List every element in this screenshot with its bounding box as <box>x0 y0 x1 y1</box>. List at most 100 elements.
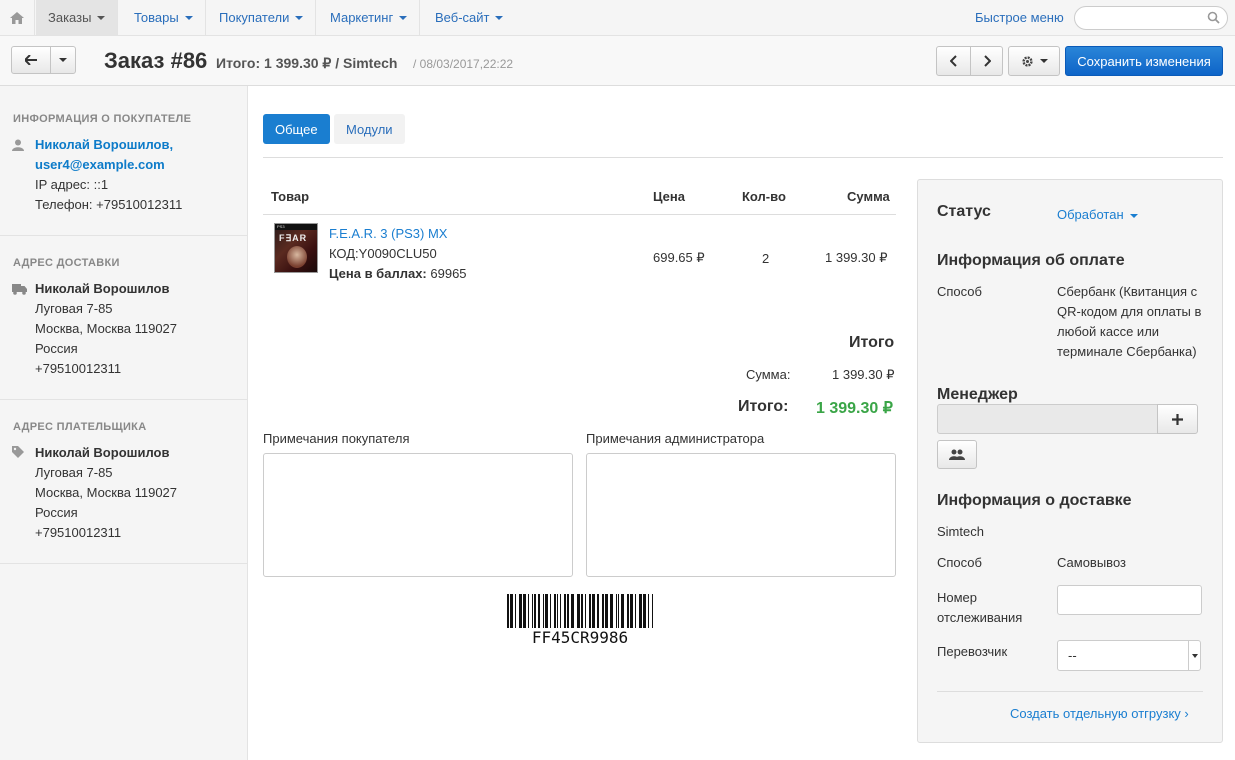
column-header-qty: Кол-во <box>742 189 786 204</box>
nav-website-label: Веб-сайт <box>435 10 490 25</box>
status-label: Статус <box>937 203 991 220</box>
panel-divider <box>937 691 1203 692</box>
admin-notes-field[interactable] <box>586 453 896 577</box>
product-code: КОД:Y0090CLU50 <box>329 246 437 261</box>
subtotal-label: Сумма: <box>746 367 791 382</box>
product-points: Цена в баллах: 69965 <box>329 266 467 281</box>
total-value: 1 399.30 ₽ <box>816 400 893 417</box>
chevron-down-icon <box>1039 59 1048 63</box>
shipping-info-title: Информация о доставке <box>937 492 1132 509</box>
home-button[interactable] <box>0 0 35 35</box>
carrier-select-arrow <box>1188 641 1200 670</box>
customer-notes-label: Примечания покупателя <box>263 431 410 446</box>
search-icon[interactable] <box>1207 11 1220 24</box>
customer-info-section: Информация о покупателе Николай Ворошило… <box>0 86 248 236</box>
shipping-company: Simtech <box>937 524 984 539</box>
tracking-number-label: Номер отслеживания <box>937 590 1023 625</box>
header-bar: Заказ #86 Итого: 1 399.30 ₽ / Simtech / … <box>0 36 1235 86</box>
chevron-down-icon <box>1129 213 1138 218</box>
create-shipment-link[interactable]: Создать отдельную отгрузку › <box>1010 706 1189 721</box>
search-box <box>1074 6 1228 30</box>
product-points-value: 69965 <box>430 266 467 281</box>
nav-marketing[interactable]: Маркетинг <box>318 0 421 35</box>
nav-marketing-label: Маркетинг <box>330 10 394 25</box>
product-name-link[interactable]: F.E.A.R. 3 (PS3) MX <box>329 226 447 241</box>
tracking-number-input[interactable] <box>1057 585 1202 615</box>
shipping-name: Николай Ворошилов <box>35 281 170 296</box>
admin-notes-label: Примечания администратора <box>586 431 765 446</box>
save-changes-button[interactable]: Сохранить изменения <box>1065 46 1223 76</box>
chevron-down-icon <box>1191 653 1198 658</box>
carrier-select[interactable]: -- <box>1057 640 1201 671</box>
search-input[interactable] <box>1083 7 1208 29</box>
page-title: Заказ #86 <box>104 48 208 73</box>
truck-icon <box>12 284 27 295</box>
nav-orders-label: Заказы <box>48 10 92 25</box>
back-button[interactable] <box>11 46 51 74</box>
manager-input[interactable] <box>937 404 1158 434</box>
shipping-address-title: Адрес доставки <box>13 257 120 269</box>
billing-country: Россия <box>35 505 78 520</box>
shipping-country: Россия <box>35 341 78 356</box>
shipping-city: Москва, Москва 119027 <box>35 321 178 336</box>
chevron-left-icon <box>949 55 957 67</box>
settings-dropdown-button[interactable] <box>1008 46 1060 76</box>
status-value: Обработан <box>1057 207 1124 222</box>
users-icon <box>949 449 965 460</box>
nav-products-label: Товары <box>134 10 179 25</box>
nav-customers-label: Покупатели <box>219 10 290 25</box>
add-manager-button[interactable] <box>1157 404 1198 434</box>
quick-menu-link[interactable]: Быстрое меню <box>975 10 1064 25</box>
nav-orders[interactable]: Заказы <box>36 0 119 35</box>
gear-icon <box>1021 55 1033 67</box>
home-icon <box>10 11 24 24</box>
shipping-street: Луговая 7-85 <box>35 301 113 316</box>
column-header-product: Товар <box>271 189 310 204</box>
nav-products[interactable]: Товары <box>122 0 206 35</box>
tag-icon <box>12 446 24 458</box>
chevron-down-icon <box>184 15 193 20</box>
shipping-method-label: Способ <box>937 555 982 570</box>
product-points-label: Цена в баллах: <box>329 266 427 281</box>
arrow-left-icon <box>25 55 37 65</box>
select-manager-button[interactable] <box>937 440 977 469</box>
top-navigation: Заказы Товары Покупатели Маркетинг Веб-с… <box>0 0 1235 36</box>
tabs-divider <box>263 157 1223 158</box>
carrier-select-value: -- <box>1068 648 1077 663</box>
subtotal-value: 1 399.30 ₽ <box>832 367 895 382</box>
chevron-right-icon <box>983 55 991 67</box>
billing-address-section: Адрес плательщика Николай Ворошилов Луго… <box>0 400 248 564</box>
customer-name-link[interactable]: Николай Ворошилов, <box>35 137 173 152</box>
billing-address-title: Адрес плательщика <box>13 421 147 433</box>
user-icon <box>12 139 24 151</box>
customer-notes-field[interactable] <box>263 453 573 577</box>
column-header-sum: Сумма <box>847 189 890 204</box>
billing-city: Москва, Москва 119027 <box>35 485 178 500</box>
plus-icon <box>1172 413 1183 425</box>
totals-title: Итого <box>849 334 895 351</box>
prev-order-button[interactable] <box>936 46 971 76</box>
nav-website[interactable]: Веб-сайт <box>423 0 515 35</box>
product-sum: 1 399.30 ₽ <box>825 250 888 265</box>
order-date: / 08/03/2017,22:22 <box>413 57 514 71</box>
product-price: 699.65 ₽ <box>653 250 705 265</box>
status-dropdown[interactable]: Обработан <box>1057 205 1138 225</box>
customer-email-link[interactable]: user4@example.com <box>35 157 165 172</box>
nav-customers[interactable]: Покупатели <box>207 0 317 35</box>
tab-modules[interactable]: Модули <box>334 114 405 144</box>
total-label: Итого: <box>738 398 789 415</box>
billing-street: Луговая 7-85 <box>35 465 113 480</box>
shipping-address-section: Адрес доставки Николай Ворошилов Луговая… <box>0 236 248 400</box>
customer-ip: IP адрес: ::1 <box>35 177 109 192</box>
next-order-button[interactable] <box>970 46 1003 76</box>
product-thumbnail[interactable]: PS3 F∃AR <box>274 223 318 273</box>
chevron-down-icon <box>295 15 304 20</box>
carrier-label: Перевозчик <box>937 644 1008 659</box>
tab-general[interactable]: Общее <box>263 114 330 144</box>
product-qty: 2 <box>762 251 770 266</box>
shipping-phone: +79510012311 <box>35 361 122 376</box>
ps3-banner: PS3 <box>275 224 317 230</box>
barcode-image <box>507 594 653 628</box>
back-dropdown-button[interactable] <box>50 46 76 74</box>
chevron-down-icon <box>399 15 408 20</box>
